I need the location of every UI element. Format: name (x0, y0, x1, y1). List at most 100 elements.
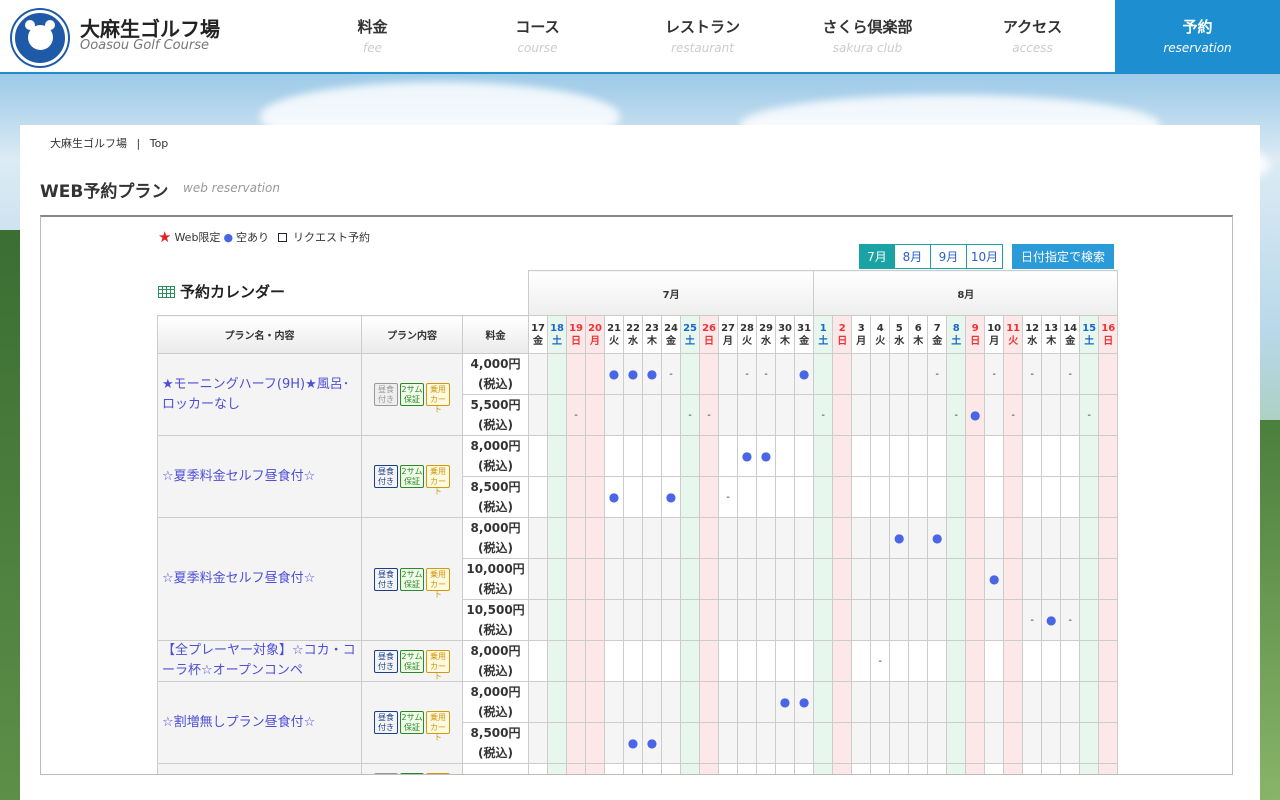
calendar-cell (1022, 435, 1043, 477)
nav-item-access[interactable]: アクセス access (950, 0, 1115, 74)
available-slot[interactable]: ● (756, 435, 777, 477)
day-number: 28 (740, 322, 754, 334)
calendar-cell (984, 394, 1005, 436)
day-number: 5 (895, 322, 903, 334)
day-header: 11 火 (1003, 315, 1024, 354)
plan-name-link[interactable]: ★モーニングハーフ(9H)★風呂･ロッカーなし (157, 353, 362, 436)
plan-name-link[interactable]: ☆夏季料金セルフ昼食付☆ (157, 435, 362, 518)
calendar-cell (604, 640, 625, 682)
plan-name-link[interactable]: ☆夏季料金セルフ昼食付☆ (157, 517, 362, 641)
calendar-cell (737, 517, 758, 559)
calendar-cell (756, 722, 777, 764)
available-slot[interactable]: ● (927, 517, 948, 559)
calendar-cell (1060, 722, 1081, 764)
available-slot[interactable]: ● (623, 353, 644, 395)
month-tab[interactable]: 10月 (967, 244, 1003, 269)
calendar-cell (889, 599, 910, 641)
calendar-cell (1022, 517, 1043, 559)
weekday: 月 (723, 335, 734, 347)
calendar-cell (699, 722, 720, 764)
main-nav: 料金 fee コース course レストラン restaurant さくら倶楽部 sakur… (290, 0, 1280, 74)
price-value: 8,000円 (463, 774, 528, 775)
day-number: 31 (797, 322, 812, 334)
available-slot[interactable]: ● (965, 394, 986, 436)
nav-item-reservation[interactable]: 予約 reservation (1115, 0, 1280, 74)
calendar-cell (851, 476, 872, 518)
weekday: 日 (571, 335, 582, 347)
lunch-included-icon: 昼食 付き (374, 772, 398, 774)
breadcrumb-home[interactable]: 大麻生ゴルフ場 (50, 137, 127, 150)
available-slot[interactable]: ● (642, 722, 663, 764)
available-slot[interactable]: ● (889, 517, 910, 559)
reservation-calendar-box: ★ Web限定 ● 空あり リクエスト予約 7月 8月 9月 10月 日付指定で検索 … (40, 215, 1233, 775)
available-slot[interactable]: ● (775, 681, 796, 723)
available-slot[interactable]: ● (642, 353, 663, 395)
available-slot[interactable]: ● (984, 558, 1005, 600)
calendar-cell (1041, 763, 1062, 774)
calendar-cell (946, 763, 967, 774)
available-slot[interactable]: ● (1041, 599, 1062, 641)
available-slot[interactable]: ● (794, 681, 815, 723)
nav-item-sublabel: fee (363, 41, 382, 55)
calendar-cell (965, 640, 986, 682)
calendar-cell (718, 599, 739, 641)
weekday: 木 (1046, 335, 1057, 347)
available-slot[interactable]: ● (604, 476, 625, 518)
calendar-cell (699, 435, 720, 477)
calendar-cell (908, 558, 929, 600)
nav-item-course[interactable]: コース course (455, 0, 620, 74)
available-slot[interactable]: ● (737, 435, 758, 477)
day-header: 29 水 (756, 315, 777, 354)
calendar-cell (1003, 763, 1024, 774)
calendar-cell (984, 435, 1005, 477)
calendar-cell (1098, 353, 1119, 395)
plan-name-link[interactable] (157, 763, 362, 774)
calendar-cell (1041, 640, 1062, 682)
unavailable-slot: - (1003, 394, 1024, 436)
day-header: 12 水 (1022, 315, 1043, 354)
nav-item-fee[interactable]: 料金 fee (290, 0, 455, 74)
calendar-cell (870, 763, 891, 774)
weekday: 火 (1008, 335, 1019, 347)
day-header: 17 金 (528, 315, 549, 354)
two-some-guarantee-icon: 2サム 保証 (400, 772, 424, 774)
calendar-cell (680, 763, 701, 774)
available-slot[interactable]: ● (623, 722, 644, 764)
available-slot[interactable]: ● (661, 476, 682, 518)
day-header: 6木 (908, 315, 929, 354)
price-tax-note: (税込) (478, 582, 513, 596)
nav-item-restaurant[interactable]: レストラン restaurant (620, 0, 785, 74)
calendar-cell (870, 394, 891, 436)
day-header: 9日 (965, 315, 986, 354)
calendar-cell (813, 558, 834, 600)
month-tab[interactable]: 9月 (931, 244, 967, 269)
calendar-cell (984, 517, 1005, 559)
plan-name-link[interactable]: 【全プレーヤー対象】☆コカ・コーラ杯☆オープンコンペ (157, 640, 362, 682)
day-header: 13 木 (1041, 315, 1062, 354)
day-header: 18 土 (547, 315, 568, 354)
weekday: 木 (647, 335, 658, 347)
calendar-cell (718, 640, 739, 682)
plan-name-link[interactable]: ☆割増無しプラン昼食付☆ (157, 681, 362, 764)
nav-item-label: 予約 (1182, 18, 1213, 36)
calendar-cell (566, 722, 587, 764)
calendar-cell (908, 394, 929, 436)
month-tab[interactable]: 7月 (859, 244, 895, 269)
available-slot[interactable]: ● (604, 353, 625, 395)
calendar-cell (1022, 476, 1043, 518)
month-tab[interactable]: 8月 (895, 244, 931, 269)
plan-price: 10,000円 (税込) (461, 558, 530, 600)
calendar-cell (946, 517, 967, 559)
calendar-cell (528, 353, 549, 395)
weekday: 月 (856, 335, 867, 347)
calendar-header-blank (158, 271, 529, 316)
nav-item-sakura-club[interactable]: さくら倶楽部 sakura club (785, 0, 950, 74)
calendar-cell (1060, 435, 1081, 477)
available-slot[interactable]: ● (794, 353, 815, 395)
calendar-cell (794, 599, 815, 641)
site-logo[interactable] (12, 10, 68, 66)
day-number: 12 (1025, 322, 1040, 334)
calendar-cell (604, 558, 625, 600)
date-search-button[interactable]: 日付指定で検索 (1012, 244, 1114, 269)
calendar-cell (680, 517, 701, 559)
